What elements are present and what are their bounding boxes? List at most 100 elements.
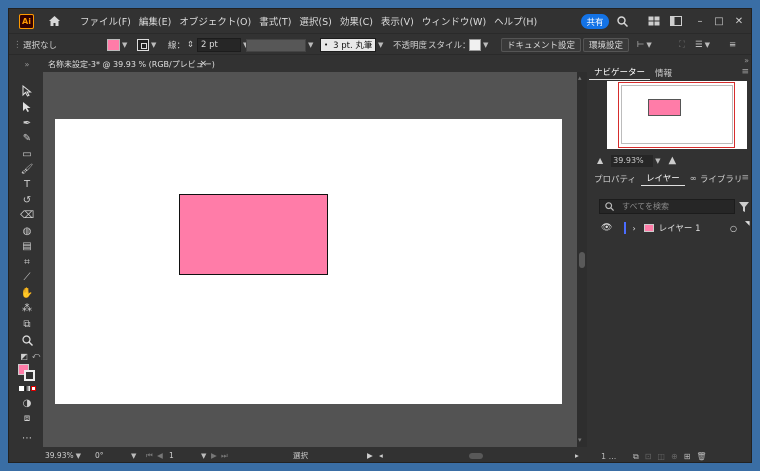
tab-properties[interactable]: プロパティ bbox=[589, 171, 641, 186]
screen-mode-icon[interactable]: ⧈ bbox=[20, 412, 34, 424]
search-icon[interactable] bbox=[615, 14, 629, 28]
minimize-icon[interactable]: – bbox=[693, 14, 707, 28]
stroke-stepper-icon[interactable]: ⇕ bbox=[187, 38, 194, 52]
document-settings-control[interactable]: ドキュメント設定 bbox=[501, 38, 582, 52]
selection-tool-icon[interactable] bbox=[20, 85, 34, 97]
tab-libraries[interactable]: ∞ ライブラリ bbox=[685, 171, 748, 186]
eyedropper-tool-icon[interactable]: ⟋ bbox=[20, 271, 34, 283]
artboard[interactable] bbox=[55, 119, 562, 404]
target-icon[interactable]: ○ bbox=[730, 224, 737, 233]
zoom-tool-icon[interactable] bbox=[20, 334, 34, 346]
edit-toolbar-icon[interactable]: ⋯ bbox=[20, 432, 34, 444]
drawing-modes-icon[interactable]: ◑ bbox=[20, 397, 34, 409]
workspace-icon[interactable] bbox=[669, 14, 683, 28]
brush-definition[interactable]: • 3 pt. 丸筆 ▼ bbox=[320, 38, 383, 52]
mesh-tool-icon[interactable]: ⌗ bbox=[20, 256, 34, 268]
rectangle-tool-icon[interactable]: ▭ bbox=[20, 148, 34, 160]
pink-rectangle[interactable] bbox=[179, 194, 328, 275]
style-control[interactable]: ▼ bbox=[469, 38, 488, 52]
menu-type[interactable]: 書式(T) bbox=[255, 14, 295, 28]
fill-color-control[interactable]: ▼ bbox=[107, 38, 127, 52]
layer-search[interactable]: すべてを検索 bbox=[599, 199, 735, 214]
transform-icon[interactable]: ⛶ bbox=[679, 38, 685, 52]
puppet-warp-tool-icon[interactable]: ✋ bbox=[20, 287, 34, 299]
menu-help[interactable]: ヘルプ(H) bbox=[490, 14, 541, 28]
none-mode-icon[interactable] bbox=[31, 386, 36, 391]
zoom-in-icon[interactable]: ▲ bbox=[669, 155, 677, 166]
next-artboard-icon[interactable]: ▶ bbox=[211, 450, 217, 461]
document-tab[interactable]: 名称未設定-3* @ 39.93 % (RGB/プレビュー) × bbox=[43, 57, 215, 72]
symbol-sprayer-tool-icon[interactable]: ⁂ bbox=[20, 302, 34, 314]
menu-object[interactable]: オブジェクト(O) bbox=[175, 14, 255, 28]
scroll-left-icon[interactable]: ◂ bbox=[379, 450, 383, 461]
zoom-out-icon[interactable]: ▲ bbox=[597, 156, 603, 165]
control-menu-icon[interactable]: ≡ bbox=[729, 38, 736, 52]
previous-artboard-icon[interactable]: ◀ bbox=[157, 450, 163, 461]
menu-edit[interactable]: 編集(E) bbox=[135, 14, 175, 28]
eraser-tool-icon[interactable]: ⌫ bbox=[20, 209, 34, 221]
navigator-zoom-field[interactable]: 39.93% bbox=[611, 154, 654, 167]
layer-row[interactable]: 👁 › レイヤー 1 ○ ◥ bbox=[595, 219, 751, 237]
pen-tool-icon[interactable]: ✒ bbox=[20, 117, 34, 129]
gradient-tool-icon[interactable]: ▤ bbox=[20, 240, 34, 252]
artboard-number[interactable]: 1 ▼ bbox=[169, 450, 206, 461]
direct-selection-tool-icon[interactable] bbox=[20, 101, 34, 113]
swap-colors-icon[interactable]: ⤺ bbox=[29, 350, 43, 362]
collapse-icon[interactable]: » bbox=[20, 58, 34, 70]
maximize-icon[interactable]: □ bbox=[712, 14, 726, 28]
home-icon[interactable] bbox=[46, 14, 62, 28]
scroll-right-icon[interactable]: ▸ bbox=[575, 450, 579, 461]
opacity-label[interactable]: 不透明度 bbox=[393, 38, 427, 52]
profile-field[interactable] bbox=[246, 38, 306, 52]
type-tool-icon[interactable]: T bbox=[20, 178, 34, 190]
preferences-button[interactable]: 環境設定 bbox=[583, 38, 630, 52]
share-button[interactable]: 共有 bbox=[581, 14, 609, 29]
document-settings-button[interactable]: ドキュメント設定 bbox=[501, 38, 582, 52]
export-icon[interactable]: ⧉ bbox=[633, 452, 639, 462]
stroke-color-swatch[interactable] bbox=[24, 370, 35, 381]
scroll-down-icon[interactable]: ▾ bbox=[578, 436, 582, 444]
status-menu-icon[interactable]: ▶ bbox=[367, 450, 373, 461]
chevron-down-icon[interactable]: ▼ bbox=[655, 157, 660, 165]
tab-info[interactable]: 情報 bbox=[650, 65, 677, 80]
menu-select[interactable]: 選択(S) bbox=[295, 14, 335, 28]
layers-menu-icon[interactable]: ≡ bbox=[741, 173, 749, 183]
rotate-tool-icon[interactable]: ↺ bbox=[20, 194, 34, 206]
locate-object-icon[interactable]: ⊡ bbox=[645, 452, 652, 461]
stroke-weight-control[interactable]: 2 pt▼ bbox=[197, 38, 248, 52]
panel-menu-icon[interactable]: ≡ bbox=[741, 67, 749, 77]
close-window-icon[interactable]: ✕ bbox=[732, 14, 746, 28]
filter-icon[interactable] bbox=[739, 202, 749, 212]
tab-layers[interactable]: レイヤー bbox=[641, 171, 685, 186]
variable-width-profile[interactable]: ▼ bbox=[246, 38, 313, 52]
expand-icon[interactable]: › bbox=[632, 224, 635, 233]
arrange-documents-icon[interactable] bbox=[647, 14, 661, 28]
align-icon[interactable]: ⊢ ▼ bbox=[637, 38, 652, 52]
arrange-icon[interactable]: ☰ ▼ bbox=[695, 38, 710, 52]
menu-effect[interactable]: 効果(C) bbox=[336, 14, 377, 28]
fill-stroke-widget[interactable] bbox=[18, 364, 37, 383]
curvature-tool-icon[interactable]: ✎ bbox=[20, 132, 34, 144]
canvas-area[interactable] bbox=[43, 72, 577, 447]
gradient-mode-icon[interactable] bbox=[25, 386, 30, 391]
new-layer-icon[interactable]: ⊞ bbox=[684, 452, 691, 461]
make-clipping-mask-icon[interactable]: ◫ bbox=[657, 452, 665, 461]
delete-layer-icon[interactable]: 🗑 bbox=[696, 452, 706, 461]
artboard-tool-icon[interactable]: ⧉ bbox=[20, 318, 34, 330]
shape-builder-tool-icon[interactable]: ◍ bbox=[20, 225, 34, 237]
tab-navigator[interactable]: ナビゲーター bbox=[589, 65, 651, 80]
menu-window[interactable]: ウィンドウ(W) bbox=[418, 14, 490, 28]
rotation-view[interactable]: 0° ▼ bbox=[95, 450, 136, 461]
close-tab-icon[interactable]: × bbox=[199, 59, 207, 69]
stroke-color-control[interactable]: ▼ bbox=[137, 38, 156, 52]
scroll-up-icon[interactable]: ▴ bbox=[578, 74, 582, 82]
menu-file[interactable]: ファイル(F) bbox=[76, 14, 135, 28]
collapse-panels-icon[interactable]: » bbox=[744, 56, 749, 65]
zoom-level[interactable]: 39.93% ▼ bbox=[45, 450, 81, 461]
layer-name[interactable]: レイヤー 1 bbox=[659, 222, 701, 234]
vertical-scroll-thumb[interactable] bbox=[579, 252, 585, 268]
eye-icon[interactable]: 👁 bbox=[601, 223, 612, 233]
new-sublayer-icon[interactable]: ⊕ bbox=[671, 452, 678, 461]
navigator-preview[interactable] bbox=[607, 81, 747, 149]
horizontal-scroll-thumb[interactable] bbox=[469, 453, 483, 459]
